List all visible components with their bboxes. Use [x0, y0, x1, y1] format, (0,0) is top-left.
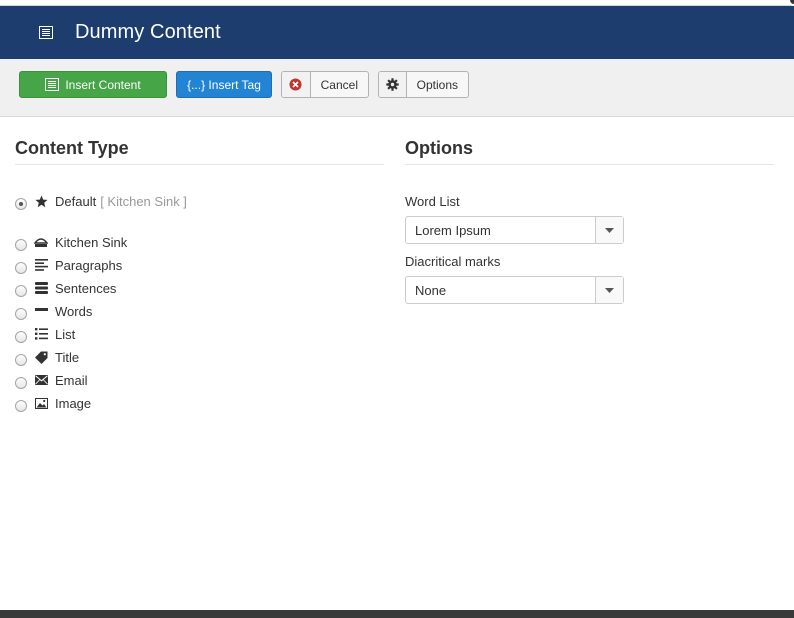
cancel-label: Cancel [320, 77, 358, 92]
list-icon [45, 78, 60, 91]
radio-label: Image [55, 396, 92, 411]
insert-tag-label: {...} Insert Tag [187, 77, 261, 92]
radio-label-default: Default[ Kitchen Sink ] [55, 194, 187, 209]
list-bullets-icon [34, 327, 48, 341]
cancel-button[interactable]: Cancel [281, 71, 369, 98]
gear-icon [379, 72, 407, 97]
toolbar: Insert Content {...} Insert Tag Cancel O… [0, 59, 794, 117]
radio-title[interactable]: Title [15, 349, 79, 367]
radio-label: Title [55, 350, 80, 365]
chevron-down-icon[interactable] [595, 277, 623, 303]
modal-title: Dummy Content [75, 21, 221, 43]
modal-header: Dummy Content [0, 6, 794, 59]
radio-paragraphs[interactable]: Paragraphs [15, 257, 122, 275]
list-icon [39, 26, 53, 39]
cancel-circle-icon [282, 72, 311, 97]
insert-content-button[interactable]: Insert Content [19, 71, 167, 98]
content-type-title: Content Type [15, 138, 384, 165]
radio-button[interactable] [15, 330, 27, 343]
star-icon [34, 194, 48, 208]
tag-icon [34, 350, 48, 364]
sentences-icon [34, 281, 48, 295]
radio-words[interactable]: Words [15, 303, 92, 321]
radio-button[interactable] [15, 197, 27, 210]
chevron-down-icon[interactable] [595, 217, 623, 243]
word-list-select[interactable]: Lorem Ipsum [405, 216, 624, 244]
diacritical-label: Diacritical marks [405, 254, 501, 269]
image-icon [34, 396, 48, 410]
word-list-label: Word List [405, 194, 460, 209]
radio-button[interactable] [15, 238, 27, 251]
radio-list[interactable]: List [15, 326, 75, 344]
envelope-icon [34, 373, 48, 387]
word-list-value: Lorem Ipsum [415, 222, 491, 238]
options-title: Options [405, 138, 774, 165]
insert-tag-button[interactable]: {...} Insert Tag [176, 71, 272, 98]
options-label: Options [416, 77, 458, 92]
diacritical-select[interactable]: None [405, 276, 624, 304]
options-button[interactable]: Options [378, 71, 469, 98]
radio-label: Words [55, 304, 93, 319]
radio-sentences[interactable]: Sentences [15, 280, 116, 298]
radio-button[interactable] [15, 284, 27, 297]
radio-label: Paragraphs [55, 258, 123, 273]
words-icon [34, 304, 48, 318]
radio-button[interactable] [15, 376, 27, 389]
radio-button[interactable] [15, 399, 27, 412]
radio-kitchen-sink[interactable]: Kitchen Sink [15, 234, 127, 252]
options-panel: Options Word List Lorem Ipsum Diacritica… [405, 138, 774, 304]
radio-label: Email [55, 373, 88, 388]
diacritical-value: None [415, 282, 447, 298]
kitchen-sink-icon [34, 235, 48, 249]
radio-label: Sentences [55, 281, 117, 296]
insert-content-label: Insert Content [65, 77, 141, 92]
content-type-panel: Content Type Default[ Kitchen Sink ] Kit… [15, 138, 384, 412]
radio-label: Kitchen Sink [55, 235, 128, 250]
radio-email[interactable]: Email [15, 372, 88, 390]
radio-label: List [55, 327, 76, 342]
radio-button[interactable] [15, 261, 27, 274]
radio-default[interactable]: Default[ Kitchen Sink ] [15, 193, 187, 211]
default-sub: [ Kitchen Sink ] [100, 194, 187, 209]
paragraphs-icon [34, 258, 48, 272]
radio-button[interactable] [15, 307, 27, 320]
radio-image[interactable]: Image [15, 395, 91, 413]
bottom-bar [0, 610, 794, 618]
radio-button[interactable] [15, 353, 27, 366]
default-label: Default [55, 194, 97, 209]
